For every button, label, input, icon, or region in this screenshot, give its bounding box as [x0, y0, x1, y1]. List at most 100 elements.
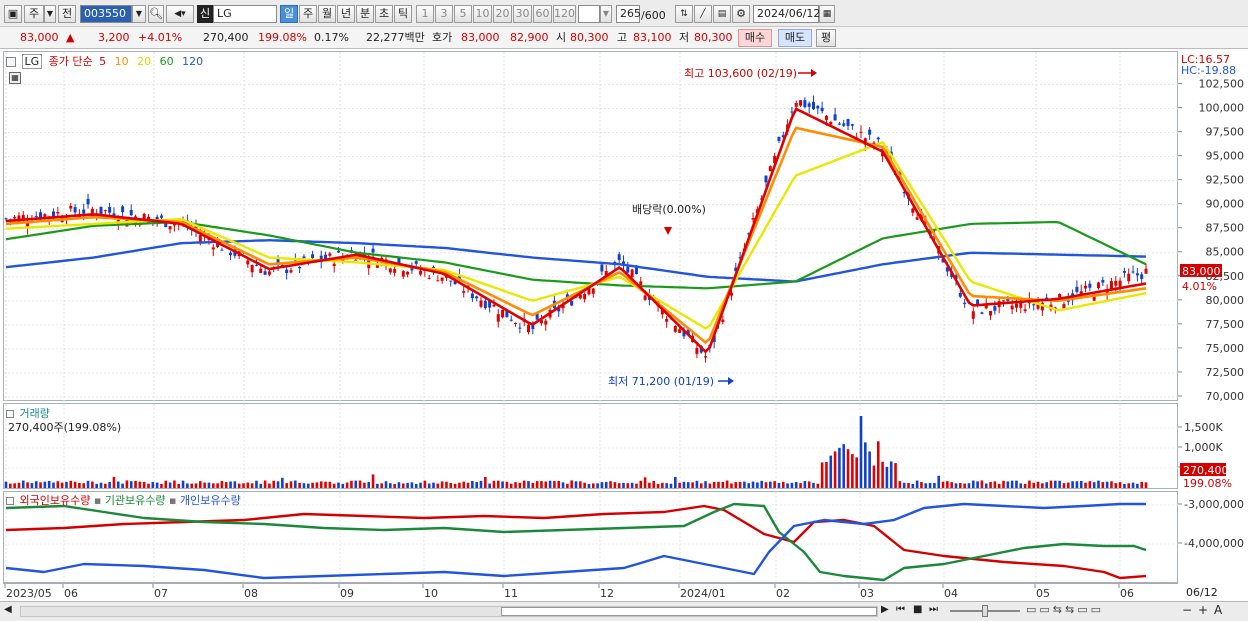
interval-dropdown-icon[interactable]: ▼	[600, 5, 612, 23]
volume-bar	[790, 482, 794, 488]
low-annotation: 최저 71,200 (01/19)	[608, 375, 714, 388]
table-icon[interactable]: ▦	[9, 72, 21, 84]
save-icon[interactable]: ▤	[713, 5, 731, 23]
volume-bar	[255, 480, 258, 488]
market-dropdown-icon[interactable]: ▼	[44, 5, 56, 23]
volume-bar	[1088, 481, 1092, 488]
volume-bar	[587, 483, 591, 488]
volume-bar	[112, 476, 116, 488]
candle-body	[393, 269, 397, 273]
interval-1[interactable]: 1	[416, 5, 434, 23]
code-dropdown-icon[interactable]: ▼	[132, 5, 146, 23]
candle-body	[99, 206, 103, 214]
zoom-slider-handle[interactable]	[982, 605, 988, 617]
candle-body	[354, 259, 358, 261]
change-value: 3,200	[98, 31, 130, 44]
candle-body	[812, 101, 815, 110]
price-chart-pane[interactable]: 최고 103,600 (02/19) 최저 71,200 (01/19) 배당락(0…	[3, 51, 1179, 402]
scrollbar-track[interactable]	[20, 606, 878, 617]
interval-custom-input[interactable]	[578, 5, 600, 23]
candle-body	[483, 300, 487, 309]
period-week[interactable]: 주	[299, 5, 317, 23]
volume-bar	[734, 482, 738, 488]
stock-code-input[interactable]: 003550	[80, 5, 132, 23]
scrollbar-thumb[interactable]	[501, 607, 877, 616]
period-month[interactable]: 월	[318, 5, 336, 23]
stop-icon[interactable]: ■	[913, 604, 922, 615]
count-input[interactable]: 265	[616, 5, 641, 23]
volume-bar	[263, 480, 267, 488]
interval-120[interactable]: 120	[553, 5, 576, 23]
font-size-icon[interactable]: A	[1214, 603, 1222, 617]
candle-body	[371, 248, 375, 253]
eval-button[interactable]: 평	[816, 29, 836, 47]
market-select[interactable]: 주	[24, 5, 44, 23]
volume-bar	[643, 477, 647, 488]
window-menu-icon[interactable]: ▣	[4, 5, 22, 23]
settings-icon[interactable]: ⚙	[732, 5, 750, 23]
draw-tool-icon[interactable]: ╱	[694, 5, 712, 23]
volume-bar	[803, 481, 807, 488]
volume-bar	[60, 482, 64, 488]
compare-icon[interactable]: ⇅	[675, 5, 693, 23]
volume-bar	[743, 481, 746, 488]
buy-button[interactable]: 매수	[738, 29, 772, 47]
volume-bar	[306, 483, 310, 488]
volume-bar	[229, 481, 232, 488]
search-icon[interactable]: 🔍︎	[148, 5, 164, 23]
volume-bar	[186, 483, 189, 488]
volume-bar	[1136, 483, 1139, 488]
volume-bar	[553, 481, 556, 488]
collapse-icon[interactable]	[6, 57, 16, 67]
volume-bar	[449, 483, 453, 488]
volume-bar	[522, 480, 526, 488]
prev-button[interactable]: 전	[58, 5, 76, 23]
sell-button[interactable]: 매도	[778, 29, 812, 47]
volume-bar	[864, 442, 867, 488]
calendar-icon[interactable]: ▦	[819, 5, 835, 23]
volume-bar	[289, 481, 293, 488]
zoom-in-icon[interactable]: +	[1198, 603, 1208, 617]
scroll-right-icon[interactable]: ▶	[881, 604, 889, 615]
sound-icon[interactable]: ◀▾	[166, 5, 194, 23]
volume-bar	[82, 483, 86, 488]
volume-bar	[4, 481, 8, 488]
rewind-icon[interactable]: ⏮	[896, 604, 905, 615]
period-day[interactable]: 일	[280, 5, 298, 23]
volume-bar	[466, 482, 470, 488]
interval-60[interactable]: 60	[533, 5, 552, 23]
volume-bar	[168, 482, 172, 488]
candle-body	[1023, 309, 1027, 312]
interval-3[interactable]: 3	[435, 5, 453, 23]
candle-body	[751, 218, 755, 220]
zoom-out-icon[interactable]: −	[1182, 603, 1192, 617]
view-tools-icon[interactable]: ▭▭⇆⇆▭▭	[1026, 603, 1104, 616]
period-minute[interactable]: 분	[356, 5, 374, 23]
volume-bar	[376, 483, 379, 488]
interval-30[interactable]: 30	[513, 5, 532, 23]
period-second[interactable]: 초	[375, 5, 393, 23]
period-year[interactable]: 년	[337, 5, 355, 23]
candle-body	[816, 105, 820, 109]
volume-bar	[622, 482, 625, 488]
volume-bar	[436, 483, 440, 488]
forward-icon[interactable]: ⏭	[929, 604, 938, 615]
candle-body	[673, 325, 677, 332]
interval-10[interactable]: 10	[473, 5, 492, 23]
scroll-left-icon[interactable]: ◀	[4, 604, 12, 615]
volume-bar	[639, 480, 643, 488]
shin-badge: 신	[197, 5, 213, 23]
period-tick[interactable]: 틱	[394, 5, 412, 23]
volume-collapse-icon[interactable]	[6, 410, 14, 418]
interval-5[interactable]: 5	[454, 5, 472, 23]
volume-bar	[108, 481, 111, 488]
volume-pane[interactable]	[3, 403, 1179, 490]
holdings-collapse-icon[interactable]	[6, 497, 14, 505]
volume-bar	[505, 481, 509, 488]
stock-name-field[interactable]: LG	[213, 5, 277, 23]
candle-body	[1131, 271, 1135, 273]
date-input[interactable]: 2024/06/12	[753, 5, 820, 23]
volume-bar	[699, 483, 703, 488]
volume-bar	[121, 483, 124, 488]
interval-20[interactable]: 20	[493, 5, 512, 23]
